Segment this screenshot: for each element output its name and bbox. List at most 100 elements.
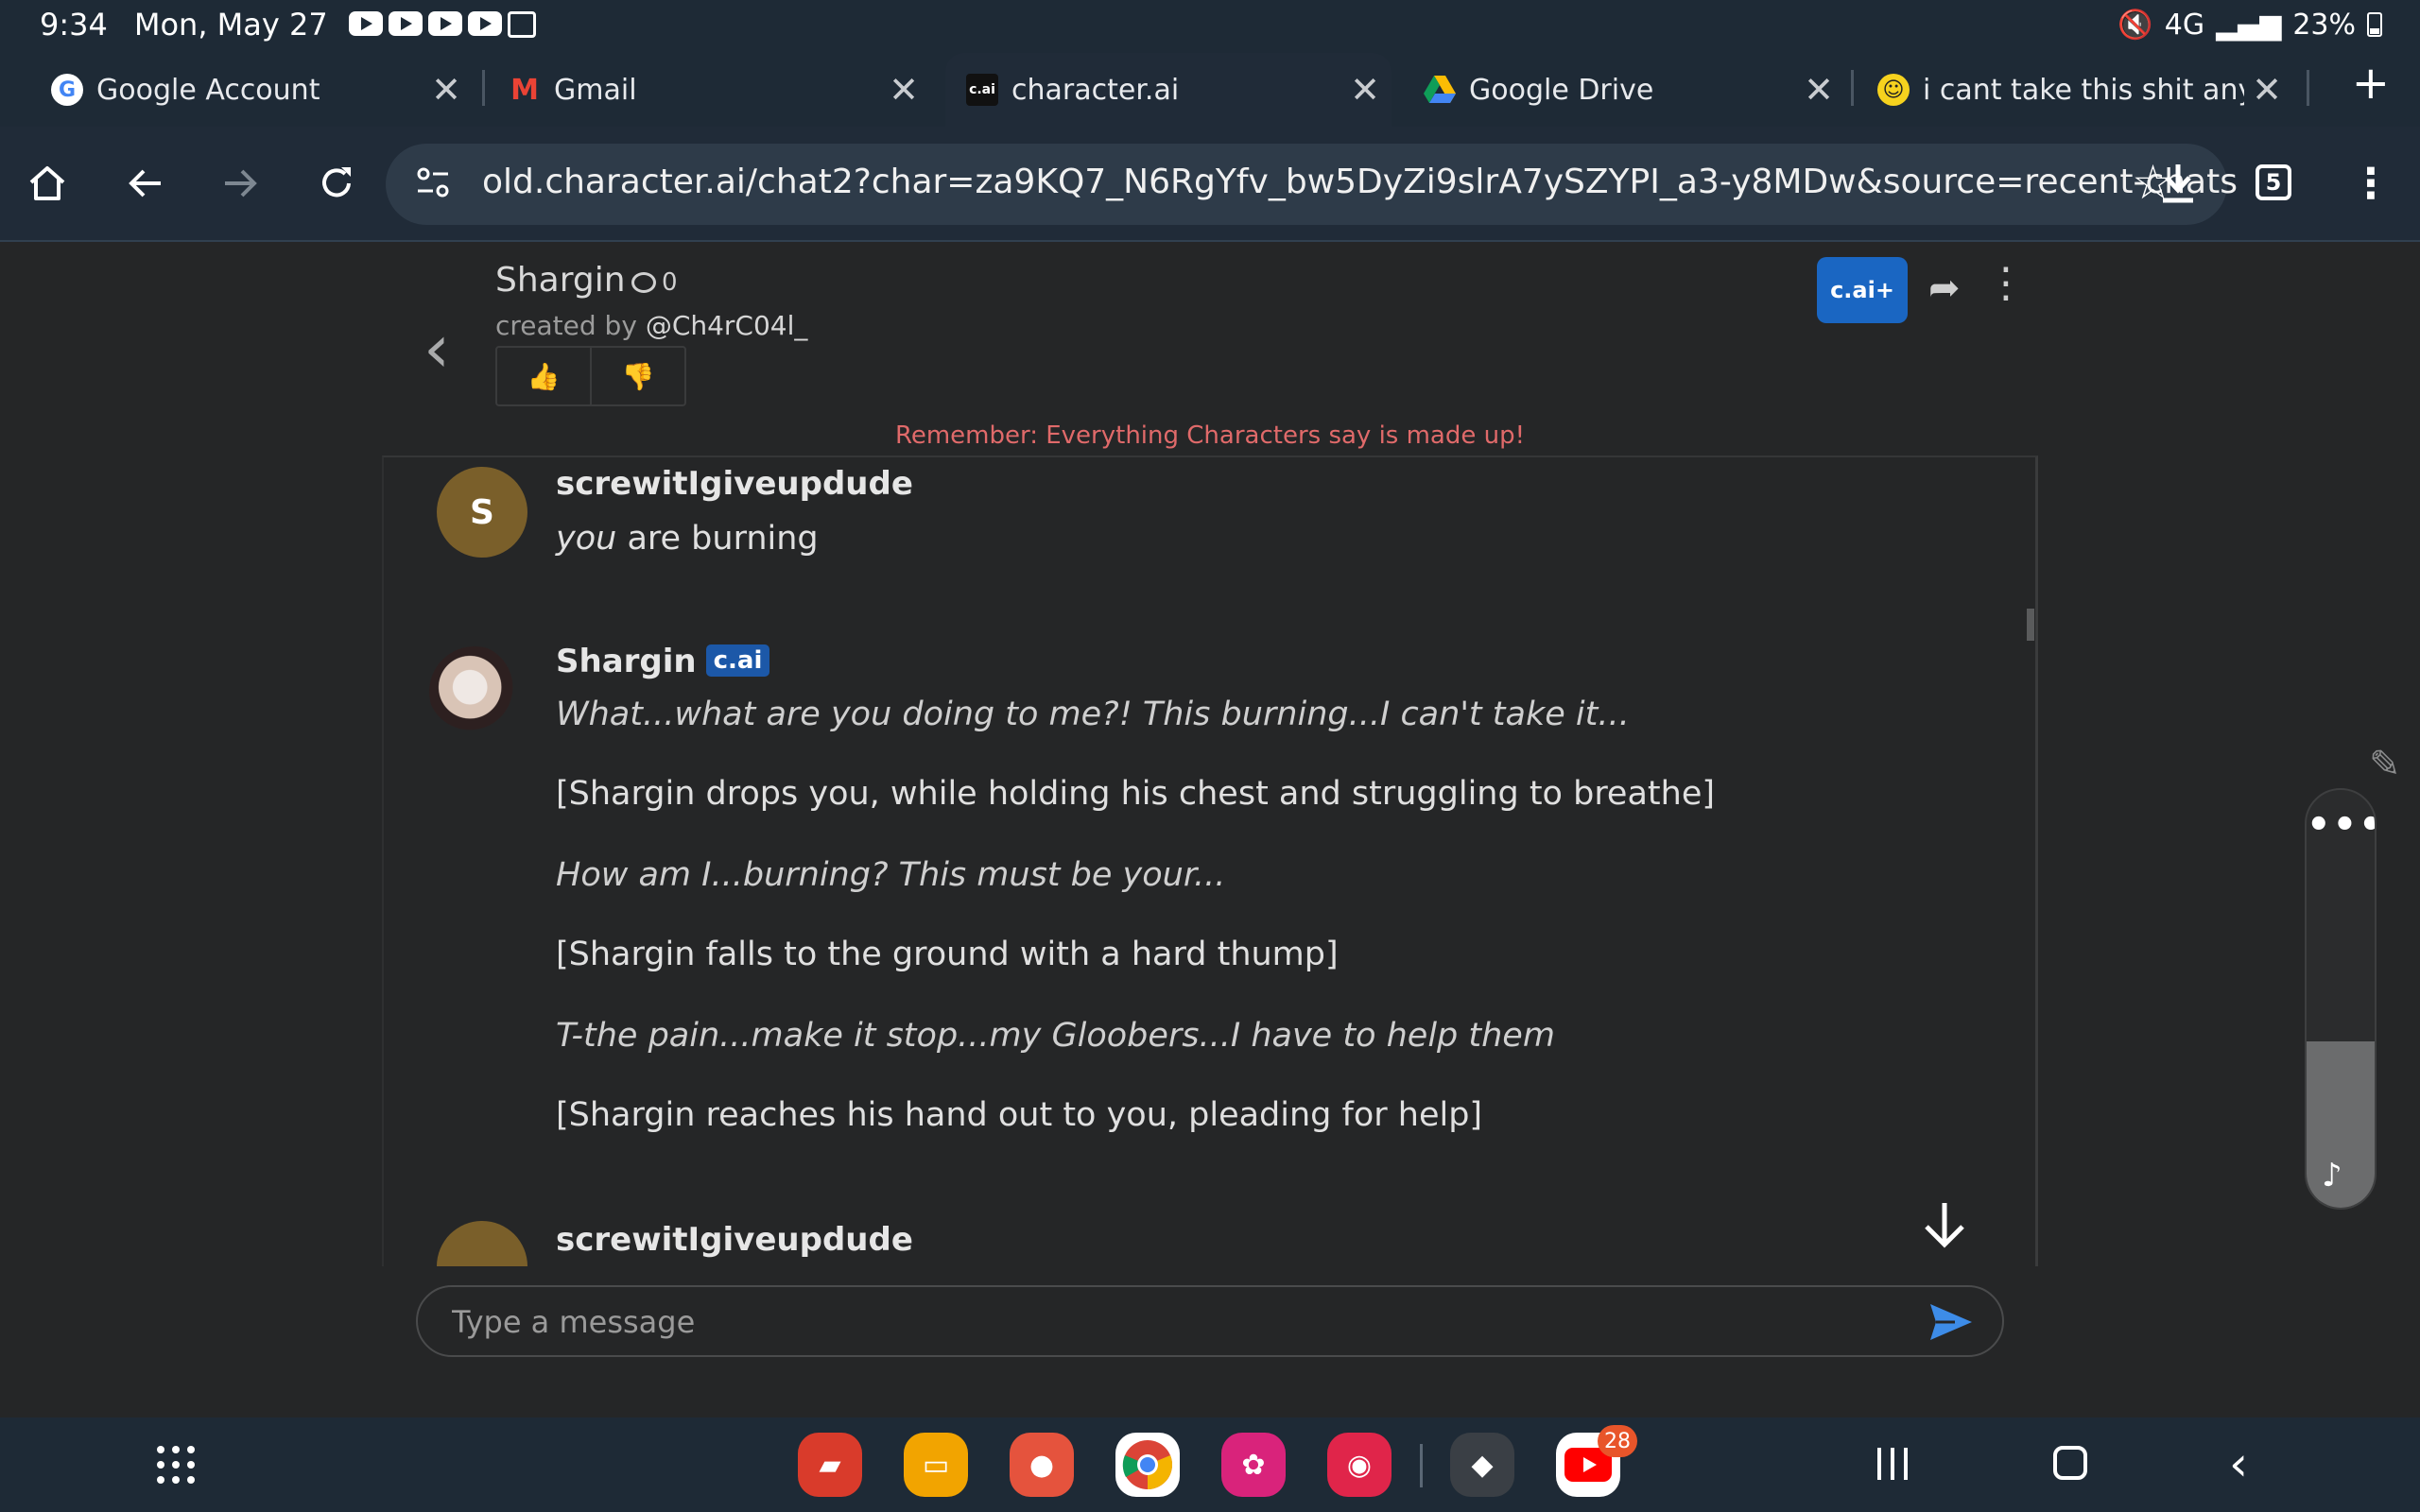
status-date: Mon, May 27 <box>133 7 328 43</box>
chat-bubble-icon <box>631 272 656 293</box>
new-tab-plus-icon[interactable]: + <box>2352 57 2390 110</box>
message-line: [Shargin drops you, while holding his ch… <box>556 775 1716 813</box>
status-time: 9:34 <box>40 7 108 43</box>
tab-title: Google Account <box>96 73 320 107</box>
camera-app-icon[interactable]: ◉ <box>1327 1433 1392 1497</box>
send-icon[interactable] <box>1928 1302 1974 1346</box>
back-arrow-icon[interactable] <box>117 155 174 212</box>
close-icon[interactable]: ✕ <box>431 69 461 111</box>
cai-plus-button[interactable]: c.ai+ <box>1817 257 1908 323</box>
close-icon[interactable]: ✕ <box>1804 69 1834 111</box>
message-line: [Shargin reaches his hand out to you, pl… <box>556 1096 1483 1134</box>
notification-icons <box>348 11 536 38</box>
url-text: old.character.ai/chat2?char=za9KQ7_N6RgY… <box>482 163 2238 201</box>
back-button[interactable]: ‹ <box>2229 1436 2248 1491</box>
tab-gmail[interactable]: M Gmail ✕ <box>509 53 919 127</box>
tab-title: Gmail <box>554 73 637 107</box>
thumbs-up-icon[interactable]: 👍 <box>497 348 592 404</box>
tab-unnamed-chat[interactable]: ☺ i cant take this shit anymor ✕ <box>1877 53 2282 127</box>
youtube-notification-icon <box>427 11 462 36</box>
message-input[interactable] <box>452 1300 1870 1344</box>
scrollbar-thumb[interactable] <box>2027 609 2034 641</box>
close-icon[interactable]: ✕ <box>1350 69 1380 111</box>
chat-count-value: 0 <box>662 268 678 297</box>
recent-apps-button[interactable] <box>1877 1448 1908 1480</box>
avatar[interactable]: S <box>437 467 527 558</box>
message-line: T-the pain...make it stop...my Gloobers.… <box>556 1017 1555 1055</box>
message-composer <box>416 1285 2004 1357</box>
character-name: Shargin <box>495 261 626 300</box>
created-by-label: created by <box>495 310 637 341</box>
notification-badge: 28 <box>1598 1425 1637 1457</box>
close-icon[interactable]: ✕ <box>2252 69 2282 111</box>
battery-percent: 23% <box>2292 8 2356 42</box>
more-dots-icon[interactable]: ••• <box>2307 803 2375 847</box>
smiley-icon: ☺ <box>1877 74 1910 106</box>
media-volume-icon: ♪ <box>2322 1157 2342 1194</box>
character-avatar[interactable] <box>429 646 520 737</box>
contacts-app-icon[interactable]: ● <box>1010 1433 1074 1497</box>
gallery-app-icon[interactable]: ✿ <box>1221 1433 1286 1497</box>
message-text-rest: are burning <box>616 520 819 558</box>
message-text: you are burning <box>556 520 819 558</box>
scroll-down-arrow-icon[interactable] <box>1921 1200 1968 1263</box>
gallery-notification-icon <box>507 11 536 38</box>
gmail-icon: M <box>510 73 539 107</box>
disclaimer-text: Remember: Everything Characters say is m… <box>894 421 1526 450</box>
tab-divider <box>2307 70 2309 106</box>
youtube-notification-icon <box>348 11 383 36</box>
reload-icon[interactable] <box>308 155 365 212</box>
creator-handle[interactable]: @Ch4rC04l_ <box>646 310 808 341</box>
character-ai-icon: c.ai <box>966 74 998 106</box>
youtube-notification-icon <box>388 11 423 36</box>
share-icon[interactable]: ➦ <box>1928 266 1961 310</box>
chrome-app-icon[interactable] <box>1115 1433 1180 1497</box>
tab-title: character.ai <box>1011 73 1180 107</box>
message-list[interactable]: S screwitIgiveupdude you are burning Sha… <box>382 455 2038 1266</box>
tab-divider <box>1851 70 1854 106</box>
home-button[interactable] <box>2053 1446 2087 1480</box>
rating-buttons: 👍 👎 <box>495 346 686 406</box>
volume-slider-panel[interactable]: ••• ♪ <box>2305 788 2377 1210</box>
message-author-name: Shargin <box>556 643 697 680</box>
browser-menu-icon[interactable]: ⋮ <box>2342 155 2399 212</box>
browser-toolbar: old.character.ai/chat2?char=za9KQ7_N6RgY… <box>0 127 2420 242</box>
chat-options-icon[interactable]: ⋮ <box>1985 259 2027 307</box>
notes-app-icon[interactable]: ▰ <box>798 1433 862 1497</box>
site-settings-icon[interactable] <box>414 164 452 206</box>
chat-count: 0 <box>631 268 678 297</box>
files-app-icon[interactable]: ▭ <box>904 1433 968 1497</box>
status-bar: 9:34 Mon, May 27 🔇 4G ▂▄▆ 23% <box>0 0 2420 49</box>
thumbs-down-icon[interactable]: 👎 <box>592 348 684 404</box>
message-line: What...what are you doing to me?! This b… <box>556 696 1630 733</box>
forward-arrow-icon[interactable] <box>212 155 268 212</box>
dock-divider <box>1420 1444 1423 1487</box>
tab-divider <box>482 70 485 106</box>
message-line: How am I...burning? This must be your... <box>556 856 1226 894</box>
home-icon[interactable] <box>19 155 76 212</box>
download-icon[interactable] <box>2150 155 2206 212</box>
battery-icon <box>2367 12 2382 37</box>
youtube-notification-icon <box>467 11 502 36</box>
message-line: [Shargin falls to the ground with a hard… <box>556 936 1339 973</box>
signal-icon: ▂▄▆ <box>2216 8 2282 42</box>
tab-character-ai[interactable]: c.ai character.ai ✕ <box>945 53 1392 127</box>
edit-pencil-icon[interactable]: ✎ <box>2369 743 2401 786</box>
tab-google-drive[interactable]: Google Drive ✕ <box>1424 53 1834 127</box>
creator-line: created by @Ch4rC04l_ <box>495 310 807 341</box>
tab-google-account[interactable]: G Google Account ✕ <box>51 53 461 127</box>
android-nav-bar: ▰ ▭ ● ✿ ◉ ◆ 28 ‹ <box>0 1418 2420 1512</box>
avatar[interactable] <box>437 1221 527 1266</box>
address-bar[interactable]: old.character.ai/chat2?char=za9KQ7_N6RgY… <box>386 144 2238 225</box>
app-drawer-icon[interactable] <box>157 1446 195 1484</box>
roblox-app-icon[interactable]: ◆ <box>1450 1433 1514 1497</box>
mute-icon: 🔇 <box>2118 8 2153 42</box>
chat-page: ‹ Shargin 0 created by @Ch4rC04l_ 👍 👎 c.… <box>0 242 2420 1418</box>
message-author: screwitIgiveupdude <box>556 465 913 503</box>
back-chevron-icon[interactable]: ‹ <box>424 310 450 387</box>
tab-title: i cant take this shit anymor <box>1923 73 2244 107</box>
google-g-icon: G <box>51 74 83 106</box>
tab-switcher-button[interactable]: 5 <box>2256 164 2291 200</box>
close-icon[interactable]: ✕ <box>889 69 919 111</box>
tab-strip: G Google Account ✕ M Gmail ✕ c.ai charac… <box>0 49 2420 127</box>
